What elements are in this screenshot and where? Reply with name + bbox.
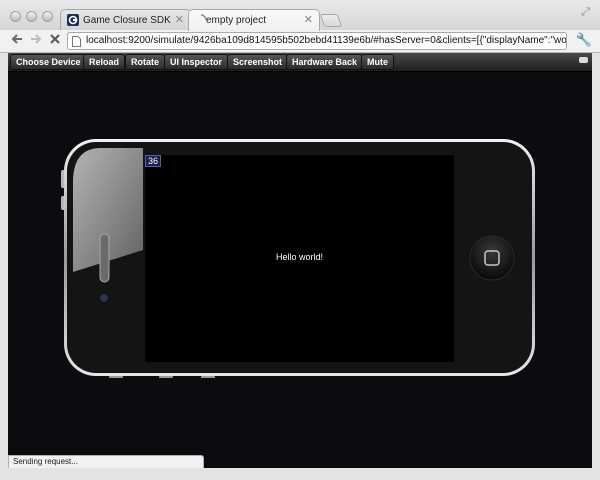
address-toolbar: localhost:9200/simulate/9426ba109d814595… <box>0 30 600 53</box>
tab-title: empty project <box>206 15 267 26</box>
hello-world-text: Hello world! <box>275 252 324 262</box>
device-screen[interactable]: 36 Hello world! <box>145 155 454 362</box>
tab-game-closure-sdk[interactable]: Game Closure SDK ✕ <box>60 9 191 31</box>
tab-strip: Game Closure SDK ✕ empty project ✕ ⤢ <box>0 0 600 31</box>
simulator-toolbar: Choose Device Reload Rotate UI Inspector… <box>8 53 592 72</box>
zoom-window-button[interactable] <box>42 11 53 22</box>
forward-arrow-icon[interactable] <box>27 32 45 50</box>
url-text: localhost:9200/simulate/9426ba109d814595… <box>86 35 567 46</box>
hardware-back-button[interactable]: Hardware Back <box>286 54 364 70</box>
address-bar[interactable]: localhost:9200/simulate/9426ba109d814595… <box>67 32 567 50</box>
back-arrow-icon[interactable] <box>8 32 26 50</box>
toolbar-toggle[interactable] <box>579 57 588 63</box>
fullscreen-icon[interactable]: ⤢ <box>581 6 590 19</box>
mute-button[interactable]: Mute <box>361 54 394 70</box>
close-icon[interactable]: ✕ <box>175 10 184 31</box>
rotate-button[interactable]: Rotate <box>125 54 166 70</box>
tab-empty-project[interactable]: empty project ✕ <box>188 9 320 31</box>
simulator-page: Choose Device Reload Rotate UI Inspector… <box>8 53 592 468</box>
screenshot-button[interactable]: Screenshot <box>227 54 289 70</box>
tab-title: Game Closure SDK <box>83 15 171 26</box>
new-tab-button[interactable] <box>319 14 343 27</box>
wrench-icon[interactable]: 🔧 <box>576 32 592 48</box>
choose-device-button[interactable]: Choose Device <box>10 54 87 70</box>
ui-inspector-button[interactable]: UI Inspector <box>164 54 229 70</box>
browser-window: Game Closure SDK ✕ empty project ✕ ⤢ loc… <box>0 0 600 480</box>
page-icon <box>72 36 81 47</box>
status-bubble: Sending request... <box>8 455 204 468</box>
close-window-button[interactable] <box>10 11 21 22</box>
game-closure-favicon-icon <box>67 14 79 26</box>
close-icon[interactable]: ✕ <box>304 10 313 31</box>
stop-icon[interactable] <box>46 32 64 50</box>
minimize-window-button[interactable] <box>26 11 37 22</box>
reload-button[interactable]: Reload <box>83 54 126 70</box>
fps-counter: 36 <box>145 155 162 167</box>
